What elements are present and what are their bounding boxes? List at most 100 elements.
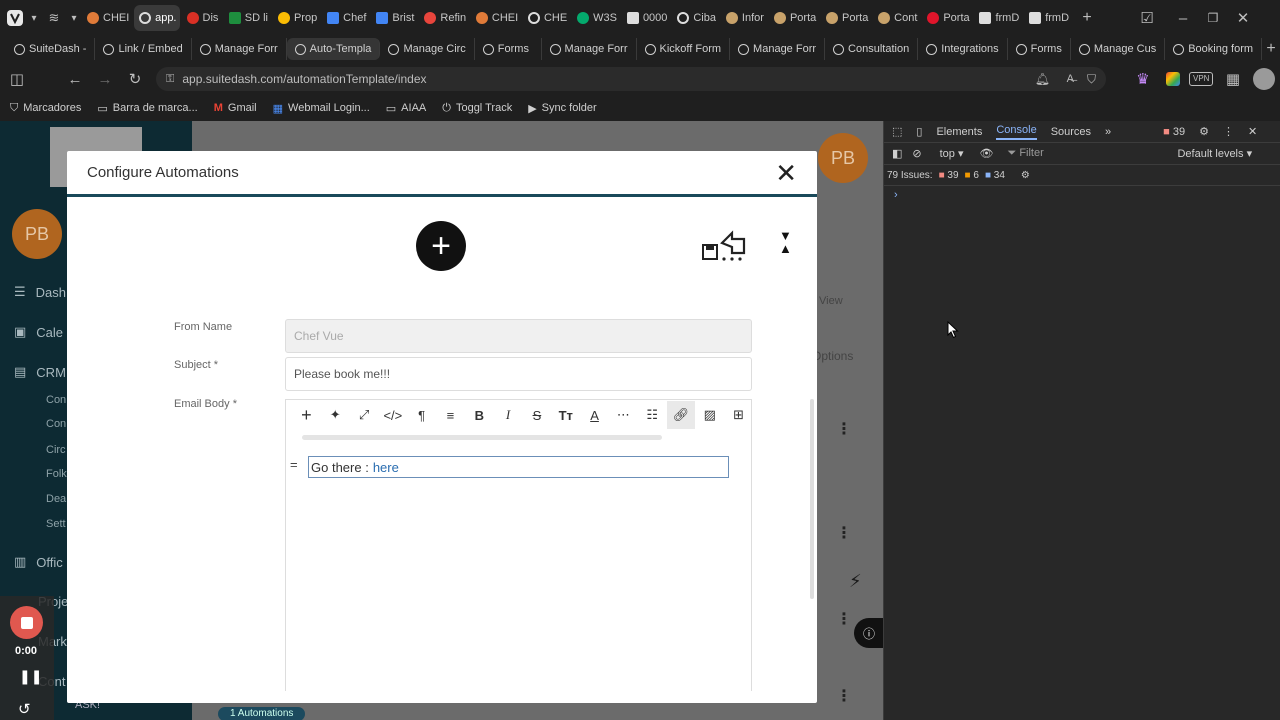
bookmark-item[interactable]: ▭ Barra de marca... [97,102,197,115]
new-tab-plus-icon[interactable]: + [1072,3,1102,33]
sidebar-item-calendar[interactable]: ▣ Cale [14,324,63,340]
bold-icon[interactable]: B [465,401,494,429]
bookmark-item[interactable]: ⛉ Marcadores [10,102,81,115]
stack-tab[interactable]: SuiteDash - [6,38,96,60]
sidebar-subitem[interactable]: Con [46,418,66,430]
tab-sources[interactable]: Sources [1051,126,1091,138]
kebab-menu-icon[interactable]: ⋮ [1223,125,1234,138]
link-icon[interactable]: 🔗︎ [666,401,696,429]
bookmark-icon[interactable]: ⛉ [1087,72,1096,87]
kebab-menu-icon[interactable]: ⋮ [836,419,852,439]
back-arrow-icon[interactable]: ← [60,64,90,94]
browser-tab[interactable]: Prop [273,5,320,31]
bookmark-item[interactable]: ▭ AIAA [386,102,426,115]
tab-elements[interactable]: Elements [936,126,982,138]
vivaldi-menu-icon[interactable] [4,3,26,33]
stack-tab[interactable]: Manage Circ [380,38,475,60]
address-bar[interactable]: ⚿ app.suitedash.com/automationTemplate/i… [156,67,1106,91]
vpn-button[interactable]: VPN [1189,72,1214,86]
color-extension-icon[interactable] [1158,64,1188,94]
stack-tab[interactable]: Forms [1008,38,1071,60]
drag-handle-icon[interactable]: = [290,457,298,472]
more-options-icon[interactable]: ⋯ [609,401,638,429]
issues-settings-icon[interactable]: ⚙ [1021,170,1030,181]
console-prompt-chevron-icon[interactable]: › [894,189,898,201]
browser-tab[interactable]: 0000 [622,5,670,31]
browser-tab[interactable]: Dis [182,5,222,31]
list-icon[interactable]: ☷ [638,401,667,429]
stack-tab[interactable]: Manage Cus [1071,38,1166,60]
stack-tab[interactable]: Booking form [1165,38,1263,60]
add-tab-plus-icon[interactable]: + [1262,34,1280,64]
device-toolbar-icon[interactable]: ▯ [916,125,922,138]
settings-gear-icon[interactable]: ⚙ [1199,125,1209,138]
bookmark-item[interactable]: ⏻ Toggl Track [442,102,512,115]
browser-tab[interactable]: Chef [322,5,369,31]
more-tabs-icon[interactable]: » [1105,126,1111,138]
font-color-icon[interactable]: A [580,401,609,429]
italic-icon[interactable]: I [494,401,523,429]
sidebar-item-dashboard[interactable]: ☰ Dash [14,284,66,300]
bell-icon[interactable]: 🔔︎ [1035,72,1050,86]
stack-tab-active[interactable]: Auto-Templa [286,38,381,60]
kebab-menu-icon[interactable]: ⋮ [836,523,852,543]
lightning-icon[interactable]: ⚡︎ [849,571,862,592]
url-text[interactable]: app.suitedash.com/automationTemplate/ind… [182,72,426,86]
browser-tab[interactable]: Brist [371,5,417,31]
fullscreen-icon[interactable]: ⤢ [350,401,379,429]
translate-icon[interactable]: A̶ [1067,73,1074,85]
stack-tab[interactable]: Manage Forr [730,38,826,60]
email-body-line[interactable]: Go there : here [308,456,729,478]
email-body-editor[interactable]: + ✦ ⤢ </> ¶ ≡ B I S Tт A ⋯ ☷ 🔗︎ ▨ ⊞ = Go… [285,399,752,691]
minimize-icon[interactable]: – [1168,3,1198,33]
add-step-button[interactable]: + [416,221,466,271]
stack-tab[interactable]: Link / Embed [95,38,192,60]
paragraph-icon[interactable]: ¶ [407,401,436,429]
table-icon[interactable]: ⊞ [724,401,753,429]
font-size-icon[interactable]: Tт [551,401,580,429]
sidebar-subitem[interactable]: Con [46,394,66,406]
kebab-menu-icon[interactable]: ⋮ [836,609,852,629]
profile-avatar[interactable] [1253,68,1275,90]
reload-icon[interactable]: ↻ [120,64,150,94]
extension-check-icon[interactable]: ☑ [1132,3,1162,33]
sidebar-item-crm[interactable]: ▤ CRM [14,364,66,380]
align-icon[interactable]: ≡ [436,401,465,429]
chevron-down-icon[interactable]: ▾ [26,3,42,33]
browser-tab[interactable]: SD li [224,5,271,31]
collapse-expand-icon[interactable]: ▼ ▲ [779,229,792,255]
bookmark-item[interactable]: ▦ Webmail Login... [273,102,370,115]
restore-icon[interactable]: ❐ [1198,3,1228,33]
browser-tab[interactable]: Porta [821,5,871,31]
filter-input[interactable]: ⏷ Filter [1007,147,1157,160]
browser-tab[interactable]: CHEI [82,5,132,31]
stack-tab[interactable]: Kickoff Form [637,38,731,60]
insert-plus-icon[interactable]: + [292,401,321,429]
subject-field[interactable]: Please book me!!! [285,357,752,391]
sidebar-subitem[interactable]: Sett [46,518,66,530]
crown-extension-icon[interactable]: ♛ [1128,64,1158,94]
browser-tab[interactable]: Cont [873,5,920,31]
stop-recording-button[interactable] [10,606,43,639]
browser-tab[interactable]: Porta [922,5,972,31]
sidebar-item-office[interactable]: ▥ Offic [14,554,63,570]
issues-bar[interactable]: 79 Issues: ■ 39 ■ 6 ■ 34 ⚙ [884,165,1280,186]
sidebar-subitem[interactable]: Dea [46,493,66,505]
kebab-menu-icon[interactable]: ⋮ [836,686,852,706]
chevron-down-icon[interactable]: ▾ [66,3,82,33]
info-icon[interactable]: ⓘ [854,618,883,648]
from-name-field[interactable]: Chef Vue [285,319,752,353]
sidebar-subitem[interactable]: Circ [46,444,66,456]
browser-tab[interactable]: Ciba [672,5,719,31]
site-info-icon[interactable]: ⚿ [166,73,174,86]
browser-tab[interactable]: Refin [419,5,469,31]
image-icon[interactable]: ▨ [695,401,724,429]
pause-icon[interactable]: ❚❚ [19,668,42,685]
error-badge[interactable]: ■ 39 [1163,126,1185,138]
save-template-icon[interactable] [702,229,748,265]
bookmark-item[interactable]: M Gmail [214,102,257,114]
browser-tab-active[interactable]: app. [134,5,180,31]
toolbar-scrollbar[interactable] [302,435,662,440]
body-link[interactable]: here [373,460,399,475]
extensions-icon[interactable]: ▦ [1218,64,1248,94]
